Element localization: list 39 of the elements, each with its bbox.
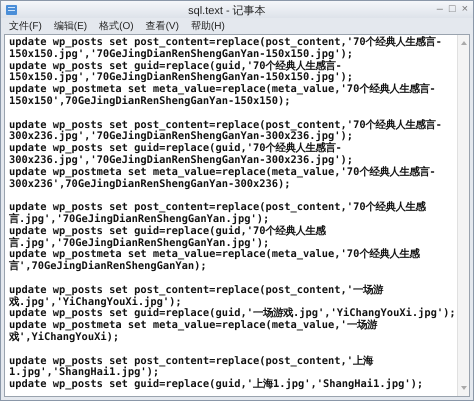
code-line: update wp_postmeta set meta_value=replace(meta_value,'一场游 [9, 320, 378, 332]
menu-item[interactable]: 文件(F) [9, 18, 42, 34]
close-button[interactable]: × [460, 4, 469, 15]
code-line: 戏',YiChangYouXi); [9, 332, 120, 344]
notepad-icon [5, 4, 18, 16]
code-line: 150x150.jpg','70GeJingDianRenShengGanYan-150x150.jpg'); [9, 72, 354, 84]
code-line: update wp_posts set guid=replace(guid,'70个经典人生感言- [9, 143, 343, 154]
code-line: update wp_posts set guid=replace(guid,'70个经典人生感 [9, 226, 327, 237]
code-line: 戏.jpg','YiChangYouXi.jpg'); [9, 296, 182, 308]
scroll-up-icon[interactable] [460, 41, 466, 45]
code-line: update wp_posts set guid=replace(guid,'70个经典人生感言- [9, 60, 342, 72]
scroll-down-icon[interactable] [460, 386, 466, 390]
minimize-button[interactable]: – [436, 4, 444, 15]
menu-item[interactable]: 帮助(H) [190, 18, 225, 34]
code-line: update wp_posts set post_content=replace(post_content,'70个经典人生感言- [9, 120, 443, 131]
code-line: 300x236.jpg','70GeJingDianRenShengGanYan-300x236.jpg'); [9, 154, 354, 167]
menu-item[interactable]: 格式(O) [99, 18, 134, 34]
code-line: 言.jpg','70GeJingDianRenShengGanYan.jpg'); [9, 214, 270, 225]
code-line: 言.jpg','70GeJingDianRenShengGanYan.jpg'); [9, 238, 270, 249]
window-title: sql.text - 记事本 [188, 4, 266, 16]
code-line: update wp_postmeta set meta_value=replace(meta_value,'70个经典人生感言- [9, 84, 437, 96]
code-line: update wp_posts set post_content=replace(post_content,'70个经典人生感言- [9, 37, 443, 48]
code-line: 150x150',70GeJingDianRenShengGanYan-150x150); [9, 96, 292, 108]
code-line: update wp_posts set post_content=replace(post_content,'70个经典人生感 [9, 202, 427, 214]
maximize-button[interactable]: □ [448, 4, 457, 15]
code-line: 300x236.jpg','70GeJingDianRenShengGanYan-300x236.jpg'); [9, 131, 354, 142]
code-line: 言',70GeJingDianRenShengGanYan); [9, 261, 208, 273]
code-line: update wp_posts set post_content=replace(post_content,'一场游 [9, 284, 384, 296]
code-line: update wp_posts set post_content=replace(post_content,'上海 [9, 356, 374, 367]
menu-item[interactable]: 编辑(E) [54, 18, 88, 34]
code-line: 1.jpg','ShangHai1.jpg'); [9, 367, 160, 378]
code-line: 150x150.jpg','70GeJingDianRenShengGanYan-150x150.jpg'); [9, 48, 354, 60]
code-line: update wp_postmeta set meta_value=replace(meta_value,'70个经典人生感 [9, 249, 421, 260]
code-line: update wp_posts set guid=replace(guid,'上海1.jpg','ShangHai1.jpg'); [9, 379, 424, 391]
scrollbar[interactable] [457, 35, 469, 396]
code-line: 300x236',70GeJingDianRenShengGanYan-300x236); [9, 178, 292, 190]
code-line: update wp_posts set guid=replace(guid,'一场游戏.jpg','YiChangYouXi.jpg'); [9, 308, 457, 320]
menu-item[interactable]: 查看(V) [146, 18, 179, 34]
code-line: update wp_postmeta set meta_value=replace(meta_value,'70个经典人生感言- [9, 166, 437, 178]
